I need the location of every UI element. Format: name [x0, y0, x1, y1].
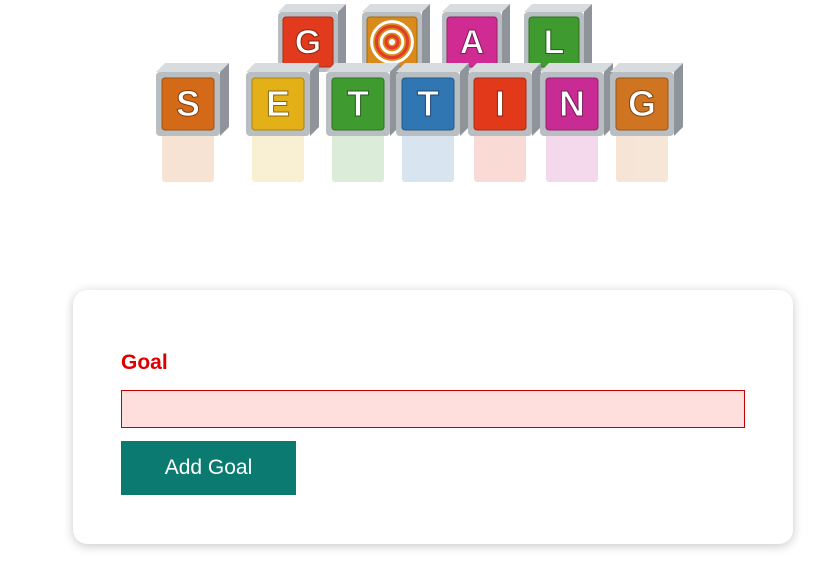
svg-text:L: L	[544, 23, 565, 61]
svg-text:G: G	[295, 23, 321, 61]
goal-form-card: Goal Add Goal	[73, 290, 793, 544]
goal-label: Goal	[121, 351, 168, 374]
svg-text:N: N	[559, 83, 585, 124]
svg-text:I: I	[495, 83, 505, 124]
goal-setting-logo: G A L S E T T I N G	[150, 0, 700, 215]
svg-text:G: G	[628, 83, 656, 124]
svg-text:T: T	[417, 83, 439, 124]
add-goal-button[interactable]: Add Goal	[121, 441, 296, 495]
block-n-bottom-5: N	[540, 63, 613, 136]
goal-setting-blocks-image: G A L S E T T I N G	[156, 4, 683, 182]
block-o-top-1	[362, 4, 430, 72]
block-s-bottom-0: S	[156, 63, 229, 136]
block-l-top-3: L	[524, 4, 592, 72]
svg-text:T: T	[347, 83, 369, 124]
svg-text:A: A	[460, 23, 485, 61]
block-a-top-2: A	[442, 4, 510, 72]
block-e-bottom-1: E	[246, 63, 319, 136]
logo-reflection	[162, 130, 668, 182]
block-g-top-0: G	[278, 4, 346, 72]
block-t-bottom-2: T	[326, 63, 399, 136]
block-t-bottom-3: T	[396, 63, 469, 136]
svg-text:E: E	[266, 83, 290, 124]
block-g-bottom-6: G	[610, 63, 683, 136]
svg-text:S: S	[176, 83, 200, 124]
goal-input[interactable]	[121, 390, 745, 428]
block-i-bottom-4: I	[468, 63, 541, 136]
